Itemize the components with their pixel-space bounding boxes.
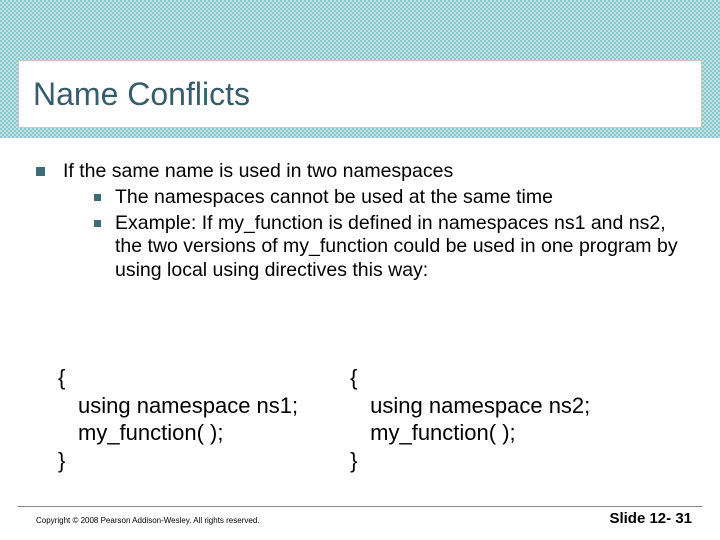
- code-line: {: [350, 365, 357, 390]
- bullet-icon: [36, 167, 45, 176]
- bullet-level2: The namespaces cannot be used at the sam…: [94, 186, 696, 210]
- body-content: If the same name is used in two namespac…: [36, 160, 696, 283]
- code-line: {: [58, 365, 65, 390]
- copyright-text: Copyright © 2008 Pearson Addison-Wesley.…: [36, 516, 260, 525]
- bullet-lead-text: If the same name is used in two namespac…: [63, 160, 453, 184]
- slide-number: Slide 12- 31: [609, 510, 692, 527]
- bullet-icon: [94, 220, 101, 227]
- bullet-sub2-text: Example: If my_function is defined in na…: [115, 212, 696, 283]
- code-line: using namespace ns2;: [350, 392, 590, 420]
- code-line: my_function( );: [350, 419, 590, 447]
- bullet-level2: Example: If my_function is defined in na…: [94, 212, 696, 283]
- code-line: my_function( );: [58, 419, 298, 447]
- bullet-level1: If the same name is used in two namespac…: [36, 160, 696, 184]
- code-line: using namespace ns1;: [58, 392, 298, 420]
- slide-title: Name Conflicts: [33, 76, 250, 113]
- bullet-icon: [94, 194, 101, 201]
- footer-divider: [18, 506, 702, 507]
- code-block-left: { using namespace ns1;my_function( );}: [58, 364, 298, 474]
- slide: Name Conflicts If the same name is used …: [0, 0, 720, 540]
- title-box: Name Conflicts: [18, 60, 702, 128]
- code-row: { using namespace ns1;my_function( );} {…: [58, 364, 694, 474]
- code-block-right: { using namespace ns2;my_function( );}: [350, 364, 590, 474]
- bullet-sub1-text: The namespaces cannot be used at the sam…: [115, 186, 696, 210]
- code-line: }: [350, 448, 357, 473]
- code-line: }: [58, 448, 65, 473]
